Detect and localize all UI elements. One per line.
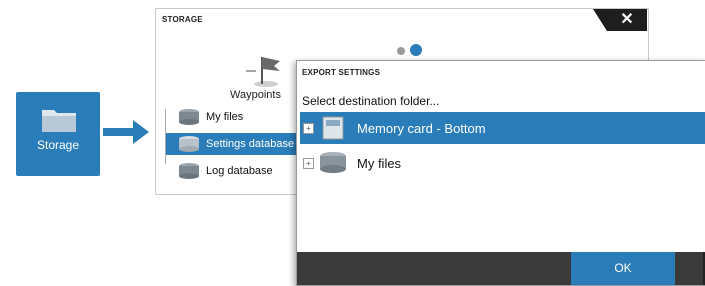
destination-label: My files [357, 155, 402, 171]
storage-tile-label: Storage [36, 138, 80, 152]
memory-card-icon [322, 116, 344, 140]
waypoints-flag-icon [246, 57, 280, 87]
sidebar-item-log-database[interactable]: Log database [166, 160, 302, 182]
ok-button[interactable]: OK [571, 252, 675, 285]
sidebar-item-label: Log database [206, 165, 273, 177]
close-tab-decoration [593, 9, 607, 31]
destination-label: Memory card - Bottom [357, 120, 486, 136]
arrow-right-icon [103, 120, 149, 144]
storage-tile[interactable]: Storage [16, 92, 100, 176]
storage-window-title: STORAGE [162, 15, 203, 24]
waypoints-label: Waypoints [230, 89, 281, 101]
sidebar-item-my-files[interactable]: My files [166, 106, 302, 128]
database-icon [320, 152, 346, 173]
export-dialog-title: EXPORT SETTINGS [302, 68, 381, 77]
folder-icon [42, 110, 76, 132]
expand-icon[interactable]: + [303, 122, 314, 134]
export-dialog-subtitle: Select destination folder... [302, 94, 440, 108]
sidebar-item-label: Settings database [206, 138, 295, 150]
destination-my-files[interactable]: + My files [300, 147, 705, 179]
dialog-footer: OK [297, 252, 705, 285]
database-icon [179, 163, 199, 179]
close-button[interactable]: ✕ [607, 9, 647, 31]
page-indicator-icon [397, 44, 422, 56]
database-icon [179, 136, 199, 152]
database-icon [179, 109, 199, 125]
sidebar-item-settings-database[interactable]: Settings database [166, 133, 302, 155]
sidebar-item-label: My files [206, 111, 244, 123]
expand-icon[interactable]: + [303, 157, 314, 169]
export-settings-dialog: EXPORT SETTINGS Select destination folde… [296, 60, 705, 286]
destination-memory-card[interactable]: + Memory card - Bottom [300, 112, 705, 144]
